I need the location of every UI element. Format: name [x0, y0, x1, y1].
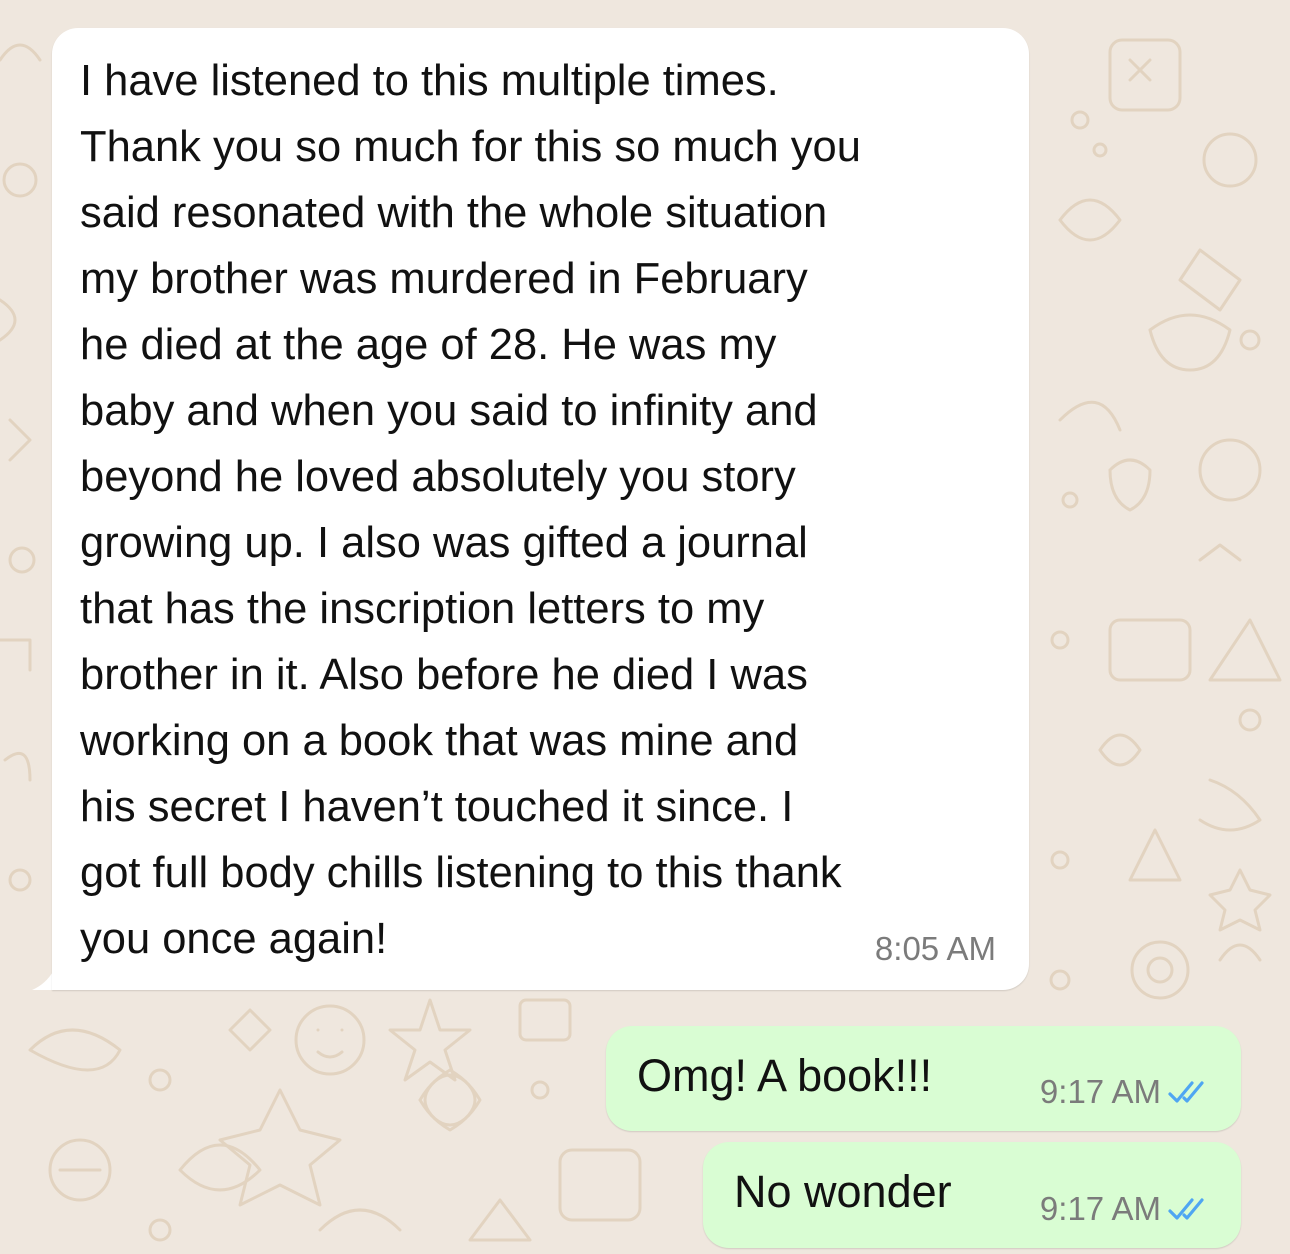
message-meta: 9:17 AM [1040, 1073, 1213, 1111]
incoming-message-bubble[interactable]: I have listened to this multiple times. … [52, 28, 1029, 990]
outgoing-message-bubble[interactable]: No wonder 9:17 AM [703, 1142, 1241, 1248]
message-meta: 9:17 AM [1040, 1190, 1213, 1228]
outgoing-message-time: 9:17 AM [1039, 1073, 1161, 1110]
incoming-message-text: I have listened to this multiple times. … [80, 57, 861, 963]
double-check-read-icon [1168, 1198, 1204, 1220]
outgoing-message-text: No wonder [734, 1166, 952, 1217]
outgoing-message-text: Omg! A book!!! [637, 1050, 933, 1101]
double-check-read-icon [1168, 1081, 1204, 1103]
outgoing-message-bubble[interactable]: Omg! A book!!! 9:17 AM [606, 1026, 1241, 1131]
outgoing-message-time: 9:17 AM [1039, 1190, 1161, 1227]
incoming-message-time: 8:05 AM [874, 930, 996, 967]
